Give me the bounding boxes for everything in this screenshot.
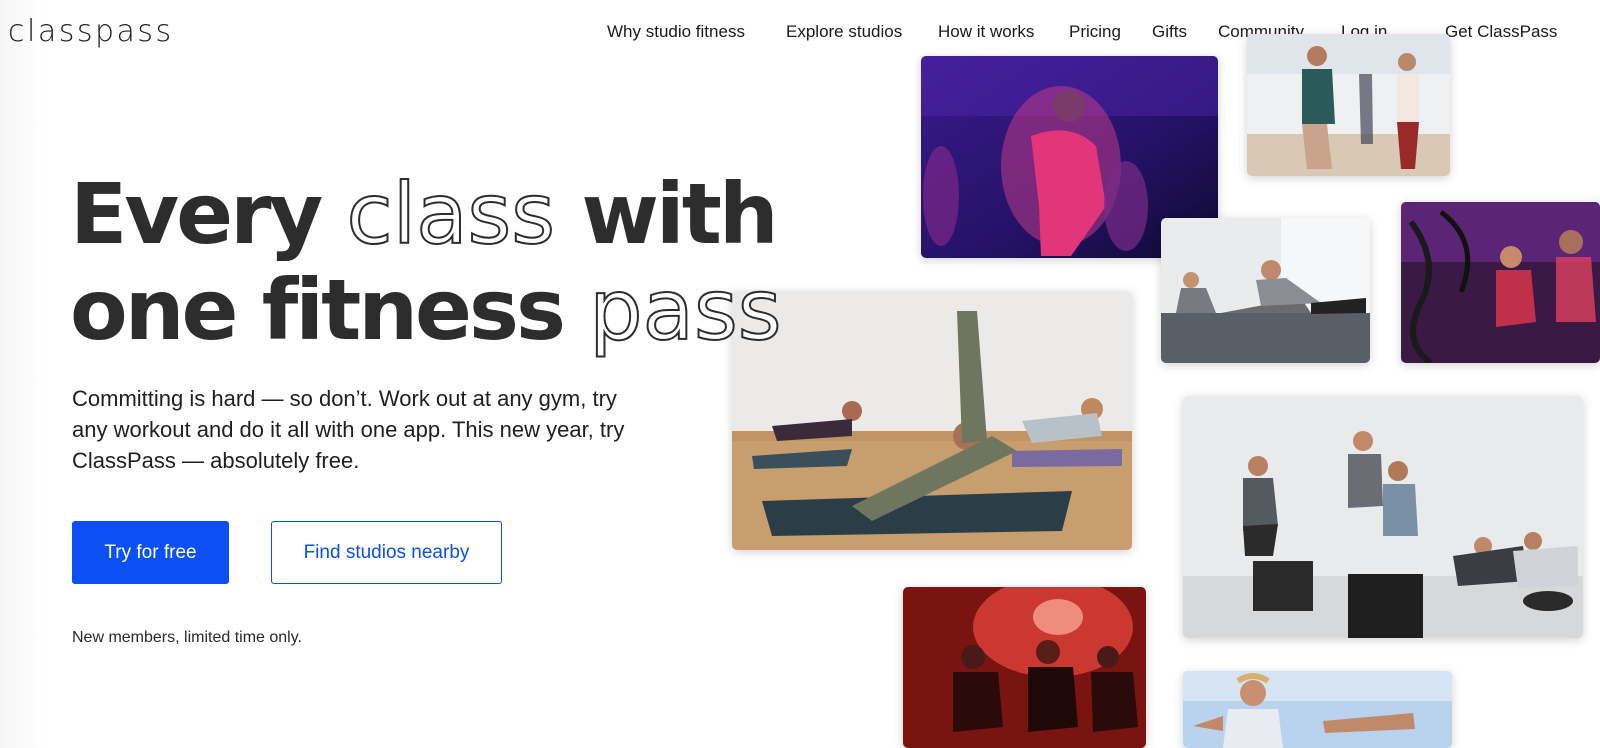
headline-one-fitness: one fitness xyxy=(70,261,590,359)
page-edge-shadow xyxy=(0,0,44,748)
find-studios-nearby-button[interactable]: Find studios nearby xyxy=(271,521,502,584)
try-for-free-button[interactable]: Try for free xyxy=(72,521,229,584)
headline-with: with xyxy=(555,165,778,263)
outdoor-workout-photo xyxy=(1183,671,1452,748)
plank-workout-photo xyxy=(1161,218,1370,363)
hero-subtitle: Committing is hard — so don’t. Work out … xyxy=(72,386,625,473)
battle-ropes-photo xyxy=(1401,202,1600,363)
red-cycling-photo xyxy=(903,587,1146,748)
nav-explore-studios[interactable]: Explore studios xyxy=(786,22,902,42)
headline-pass-outline: pass xyxy=(588,261,782,359)
nav-get-classpass[interactable]: Get ClassPass xyxy=(1445,22,1557,42)
nav-pricing[interactable]: Pricing xyxy=(1069,22,1121,42)
new-members-note: New members, limited time only. xyxy=(72,629,302,646)
headline-class-outline: class xyxy=(346,165,557,263)
nav-why-studio-fitness[interactable]: Why studio fitness xyxy=(607,22,745,42)
headline-every: Every xyxy=(70,165,347,263)
yoga-tree-pose-photo xyxy=(1247,34,1450,176)
nav-how-it-works[interactable]: How it works xyxy=(938,22,1034,42)
nav-gifts[interactable]: Gifts xyxy=(1152,22,1187,42)
box-jump-photo xyxy=(1183,396,1583,638)
hero-headline: Every class with one fitness pass xyxy=(70,165,830,359)
